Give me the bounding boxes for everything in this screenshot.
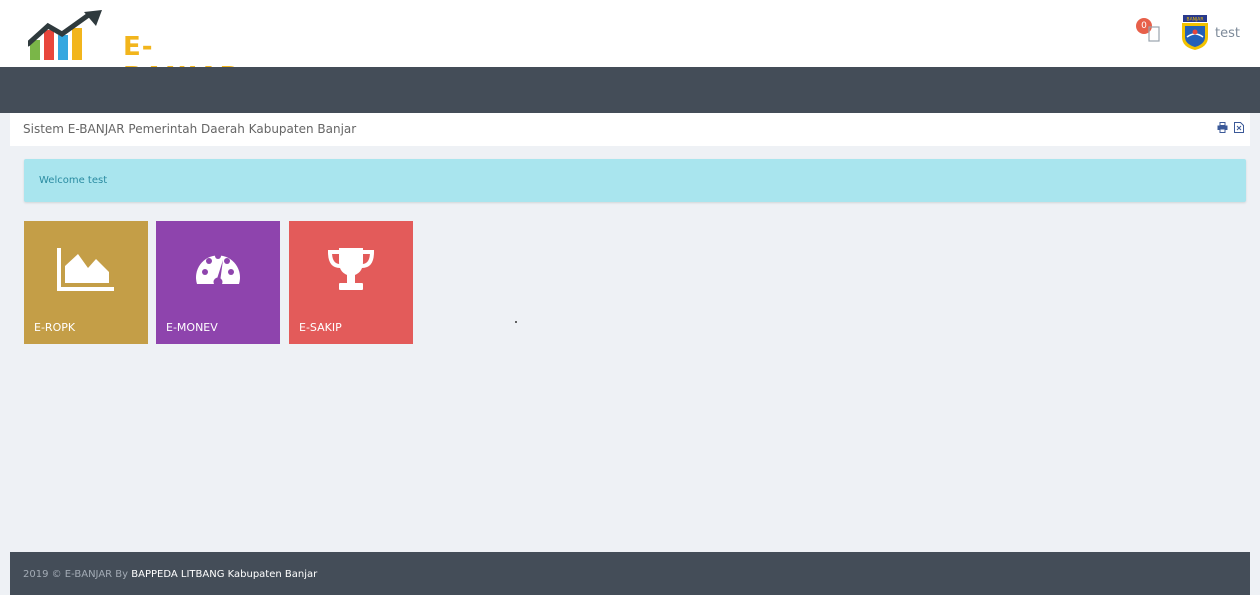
banjar-emblem-icon: BANJAR (1182, 15, 1208, 50)
tile-e-sakip[interactable]: E-SAKIP (289, 221, 413, 344)
logo-chart-icon (25, 10, 102, 60)
notification-icon (1148, 26, 1160, 42)
tile-e-monev[interactable]: E-MONEV (156, 221, 280, 344)
footer-prefix: 2019 © E-BANJAR By (23, 569, 132, 580)
main-navbar (0, 67, 1260, 113)
user-name: test (1215, 25, 1240, 41)
user-menu[interactable]: BANJAR test (1180, 13, 1240, 53)
print-icon[interactable] (1217, 122, 1228, 133)
tile-label: E-ROPK (34, 321, 76, 334)
welcome-alert: Welcome test (24, 159, 1246, 202)
tile-e-ropk[interactable]: E-ROPK (24, 221, 148, 344)
footer-text: 2019 © E-BANJAR By BAPPEDA LITBANG Kabup… (23, 569, 317, 580)
footer-org-link[interactable]: BAPPEDA LITBANG Kabupaten Banjar (131, 569, 317, 580)
page-bar: Sistem E-BANJAR Pemerintah Daerah Kabupa… (10, 113, 1250, 146)
topbar: E-BANJAR 0 BANJAR test (0, 0, 1260, 92)
export-icon[interactable] (1234, 122, 1244, 133)
notification-button[interactable]: 0 (1136, 18, 1166, 46)
dashboard-icon (196, 253, 240, 287)
page-tools (1217, 122, 1244, 133)
footer: 2019 © E-BANJAR By BAPPEDA LITBANG Kabup… (10, 552, 1250, 595)
cursor-dot (515, 321, 517, 323)
trophy-icon (327, 248, 375, 290)
logo[interactable]: E-BANJAR (25, 10, 240, 92)
welcome-message: Welcome test (39, 175, 108, 186)
area-chart-icon (57, 248, 114, 291)
tile-label: E-SAKIP (299, 321, 342, 334)
page-title: Sistem E-BANJAR Pemerintah Daerah Kabupa… (23, 122, 357, 136)
emblem-text: BANJAR (1187, 17, 1204, 23)
tile-label: E-MONEV (166, 321, 218, 334)
